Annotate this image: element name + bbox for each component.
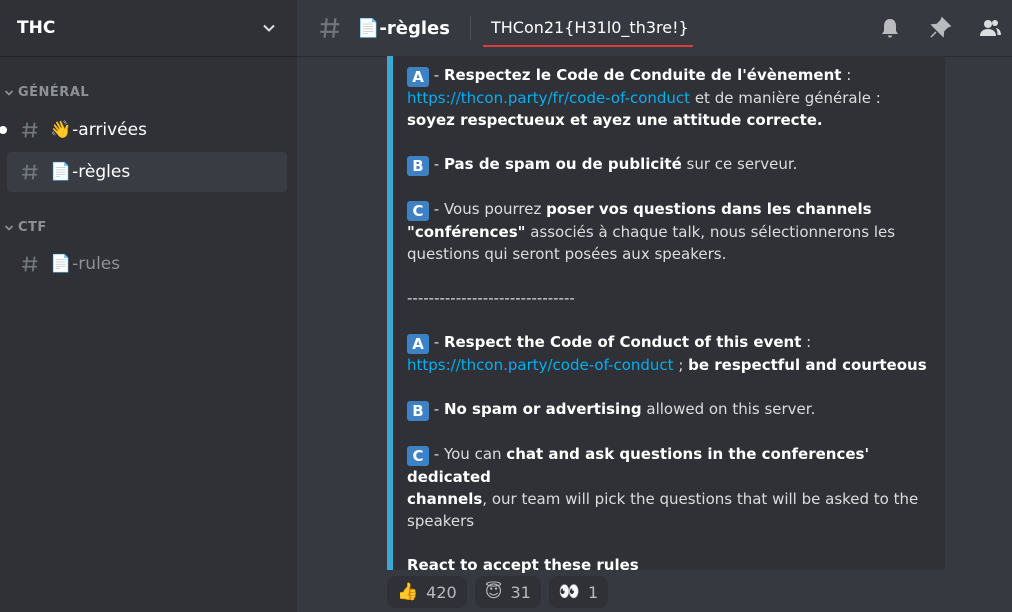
- channel-topic[interactable]: THCon21{H31l0_th3re!}: [482, 17, 693, 47]
- react-instruction: React to accept these rules: [407, 554, 931, 576]
- topbar-divider: [469, 16, 471, 40]
- reaction-innocent[interactable]: 😇 31: [474, 576, 541, 608]
- rule-bold: poser vos questions dans les channels: [546, 200, 872, 218]
- regional-indicator-c: C: [407, 446, 429, 466]
- rule-text: et de manière générale :: [690, 89, 881, 107]
- topic-text: THCon21{H31l0_th3re!}: [490, 17, 689, 37]
- page-emoji: 📄: [50, 254, 72, 274]
- channel-label: -règles: [72, 162, 131, 182]
- channel-label: -arrivées: [72, 120, 147, 140]
- reaction-eyes[interactable]: 👀 1: [548, 576, 609, 608]
- regional-indicator-b: B: [407, 401, 429, 421]
- reaction-thumbs-up[interactable]: 👍 420: [387, 576, 467, 608]
- rule-bold: channels: [407, 490, 483, 508]
- red-underline-annotation: [482, 44, 693, 47]
- caret-down-icon: [4, 224, 14, 231]
- thumbs-up-emoji: 👍: [397, 582, 419, 602]
- members-icon[interactable]: [978, 16, 1002, 40]
- channel-label: -rules: [72, 254, 121, 274]
- reaction-count: 420: [426, 582, 457, 602]
- rule-bold: "conférences": [407, 223, 526, 241]
- rule-bold: Respect the Code of Conduct of this even…: [443, 333, 802, 351]
- chevron-down-icon: [263, 24, 275, 32]
- separator-line: -------------------------------: [407, 289, 575, 307]
- rule-en-b: B - No spam or advertising allowed on th…: [407, 398, 931, 421]
- rule-fr-b: B - Pas de spam ou de publicité sur ce s…: [407, 153, 931, 176]
- rule-text: questions qui seront posées aux speakers…: [407, 245, 727, 263]
- hashtag-icon: [22, 122, 38, 138]
- unread-indicator: [0, 126, 7, 134]
- rule-text: associés à chaque talk, nous sélectionne…: [525, 223, 896, 241]
- reactions-bar: 👍 420 😇 31 👀 1: [387, 576, 609, 608]
- rule-text: , our team will pick the questions that …: [482, 490, 919, 508]
- rule-en-a: A - Respect the Code of Conduct of this …: [407, 333, 927, 374]
- halo-face-emoji: 😇: [484, 582, 503, 602]
- page-emoji: 📄: [357, 17, 380, 39]
- channel-topbar: 📄 -règles THCon21{H31l0_th3re!}: [297, 0, 1012, 56]
- rule-bold: Respectez le Code de Conduite de l'évène…: [443, 66, 842, 84]
- regional-indicator-a: A: [407, 67, 429, 87]
- bell-icon[interactable]: [878, 16, 902, 40]
- regional-indicator-b: B: [407, 156, 429, 176]
- rule-bold: No spam or advertising: [443, 400, 642, 418]
- reaction-count: 1: [587, 582, 599, 602]
- rules-embed: A - Respectez le Code de Conduite de l'é…: [387, 56, 945, 574]
- pin-icon[interactable]: [928, 16, 952, 40]
- channel-title: 📄 -règles: [357, 18, 450, 39]
- category-label: GÉNÉRAL: [18, 85, 90, 100]
- category-ctf[interactable]: CTF: [0, 220, 47, 235]
- regional-indicator-a: A: [407, 334, 429, 354]
- page-emoji: 📄: [50, 162, 72, 182]
- code-of-conduct-link-en[interactable]: https://thcon.party/code-of-conduct: [407, 356, 674, 374]
- hashtag-icon: [320, 18, 340, 38]
- rule-bold: Pas de spam ou de publicité: [443, 155, 682, 173]
- server-header[interactable]: THC: [0, 0, 297, 56]
- sidebar-item-rules[interactable]: 📄 -rules: [7, 244, 287, 284]
- rule-bold: be respectful and courteous: [688, 356, 927, 374]
- hashtag-icon: [22, 256, 38, 272]
- category-label: CTF: [18, 220, 47, 235]
- rule-text: allowed on this server.: [641, 400, 816, 418]
- server-name: THC: [17, 18, 56, 38]
- rule-bold: soyez respectueux et ayez une attitude c…: [407, 111, 823, 129]
- category-general[interactable]: GÉNÉRAL: [0, 85, 89, 100]
- rule-en-c: C - You can chat and ask questions in th…: [407, 443, 931, 532]
- sidebar-item-arrivees[interactable]: 👋 -arrivées: [0, 110, 287, 150]
- rule-text: - You can: [429, 445, 507, 463]
- sidebar-item-regles[interactable]: 📄 -règles: [7, 152, 287, 192]
- react-instruction-text: React to accept these rules: [407, 556, 639, 574]
- eyes-emoji: 👀: [558, 582, 580, 602]
- topbar-actions: [878, 16, 1002, 40]
- hashtag-icon: [22, 164, 38, 180]
- rule-text: :: [841, 66, 852, 84]
- regional-indicator-c: C: [407, 201, 429, 221]
- rule-text: :: [801, 333, 812, 351]
- caret-down-icon: [4, 89, 14, 96]
- rule-fr-a: A - Respectez le Code de Conduite de l'é…: [407, 66, 881, 129]
- rule-text: sur ce serveur.: [681, 155, 798, 173]
- rule-fr-c: C - Vous pourrez poser vos questions dan…: [407, 198, 931, 265]
- rule-text: speakers: [407, 512, 475, 530]
- channel-name: -règles: [379, 17, 450, 39]
- waving-hand-emoji: 👋: [50, 120, 72, 140]
- channel-sidebar: THC GÉNÉRAL 👋 -arrivées 📄 -règles CTF 📄 …: [0, 0, 297, 612]
- code-of-conduct-link-fr[interactable]: https://thcon.party/fr/code-of-conduct: [407, 89, 690, 107]
- rule-text: ;: [673, 356, 689, 374]
- reaction-count: 31: [510, 582, 531, 602]
- rule-text: - Vous pourrez: [429, 200, 547, 218]
